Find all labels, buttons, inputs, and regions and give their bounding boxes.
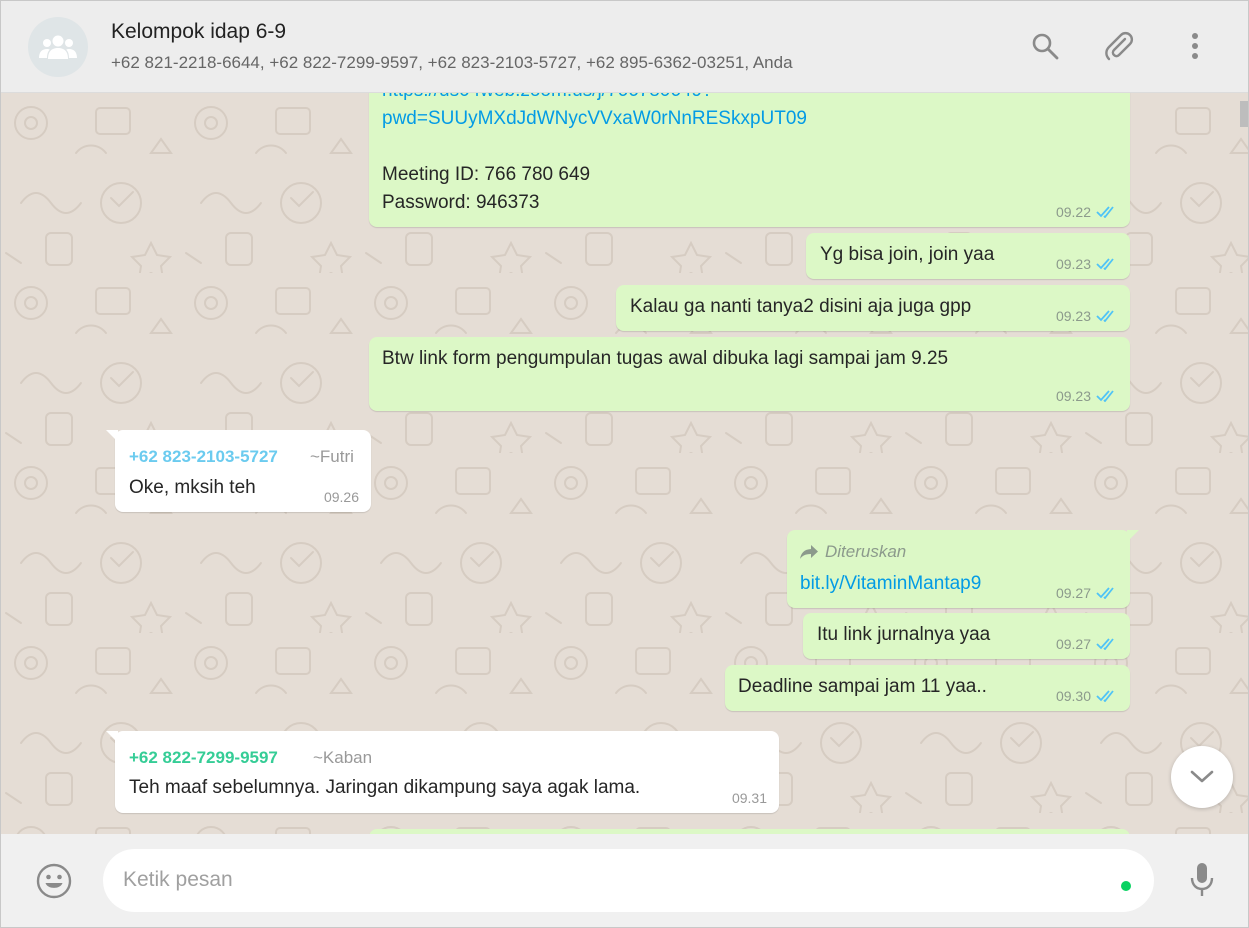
message-time: 09.23 [1055,388,1091,404]
double-check-icon [1096,206,1114,218]
grammar-indicator-dot [1121,881,1131,891]
message-meta: 09.22 [1056,204,1118,220]
message-meta: 09.31 [732,790,767,806]
double-check-icon [1096,690,1114,702]
message-time: 09.23 [1055,256,1091,272]
double-check-icon [1096,310,1114,322]
message-bubble-outgoing[interactable]: Yg bisa join, join yaa 09.23 [806,233,1130,279]
sender-name: ~Futri [310,447,354,466]
message-input-container[interactable] [103,849,1154,912]
message-text: Teh maaf sebelumnya. Jaringan dikampung … [129,777,641,798]
message-bubble-outgoing[interactable]: Itu link jurnalnya yaa 09.27 [803,613,1130,659]
forward-arrow-icon [800,545,818,559]
double-check-icon [1096,587,1114,599]
menu-icon [1192,33,1198,59]
message-list[interactable]: https://us04web.zoom.us/j/766780649? pwd… [1,93,1248,834]
whatsapp-web-window: Kelompok idap 6-9 +62 821-2218-6644, +62… [0,0,1249,928]
message-meta: 09.26 [324,489,359,505]
emoji-button[interactable] [34,861,74,901]
message-input[interactable] [123,863,1103,897]
search-icon [1032,33,1059,60]
message-time: 09.31 [731,790,767,806]
message-time: 09.30 [1055,688,1091,704]
message-text: Yg bisa join, join yaa [820,244,995,265]
bubble-tail [106,430,118,442]
bubble-tail [1127,530,1139,542]
message-text: Deadline sampai jam 11 yaa.. [738,676,987,697]
zoom-link-line-1[interactable]: https://us04web.zoom.us/j/766780649? [382,93,713,105]
double-check-icon [1096,258,1114,270]
message-link[interactable]: bit.ly/VitaminMantap9 [800,570,981,598]
menu-button[interactable] [1178,29,1212,63]
message-meta: 09.23 [1056,308,1118,324]
search-button[interactable] [1028,29,1062,63]
chat-header[interactable]: Kelompok idap 6-9 +62 821-2218-6644, +62… [1,1,1248,93]
message-time: 09.26 [323,489,359,505]
message-bubble-incoming[interactable]: +62 822-7299-9597 ~Kaban Teh maaf sebelu… [106,731,779,813]
double-check-icon [1096,638,1114,650]
microphone-icon [1190,863,1214,896]
meeting-id-text: Meeting ID: 766 780 649 [382,164,591,185]
message-text: Oke, mksih teh [129,477,256,498]
message-text: Btw link form pengumpulan tugas awal dib… [382,348,949,369]
sender-number[interactable]: +62 822-7299-9597 [129,748,278,768]
message-meta: 09.23 [1056,256,1118,272]
chat-members-list[interactable]: +62 821-2218-6644, +62 822-7299-9597, +6… [111,53,793,73]
forwarded-label: Diteruskan [799,542,906,562]
zoom-link-line-2[interactable]: pwd=SUUyMXdJdWNycVVxaW0rNnRESkxpUT09 [382,105,807,133]
emoji-icon [36,863,72,899]
group-avatar[interactable] [28,17,88,77]
message-bubble-forwarded[interactable]: Diteruskan bit.ly/VitaminMantap9 09.27 [787,530,1139,608]
message-bubble-outgoing[interactable]: Btw link form pengumpulan tugas awal dib… [369,337,1130,411]
message-meta: 09.23 [1056,388,1118,404]
message-bubble-outgoing[interactable]: https://us04web.zoom.us/j/766780649? pwd… [369,93,1130,227]
sender-name: ~Kaban [313,748,373,767]
forwarded-text: Diteruskan [825,542,907,561]
composer-bar [1,834,1248,927]
chevron-down-icon [1190,770,1214,783]
attach-button[interactable] [1102,29,1136,63]
message-time: 09.22 [1055,204,1091,220]
message-meta: 09.27 [1056,585,1118,601]
message-time: 09.27 [1055,585,1091,601]
message-bubble-incoming[interactable]: +62 823-2103-5727 ~Futri Oke, mksih teh … [106,430,371,512]
scroll-to-bottom-button[interactable] [1171,746,1233,808]
sender-number[interactable]: +62 823-2103-5727 [129,447,278,467]
attach-icon [1105,31,1134,61]
message-text: Kalau ga nanti tanya2 disini aja juga gp… [630,296,972,317]
message-time: 09.27 [1055,636,1091,652]
message-time: 09.23 [1055,308,1091,324]
message-meta: 09.27 [1056,636,1118,652]
bubble-tail [106,731,118,743]
voice-message-button[interactable] [1183,859,1221,901]
message-meta: 09.30 [1056,688,1118,704]
password-text: Password: 946373 [382,192,540,213]
group-avatar-icon [39,35,77,59]
message-bubble-outgoing[interactable]: Kalau ga nanti tanya2 disini aja juga gp… [616,285,1130,331]
double-check-icon [1096,390,1114,402]
chat-scrollbar[interactable] [1240,101,1248,127]
message-text: Itu link jurnalnya yaa [817,624,991,645]
message-bubble-outgoing[interactable]: Deadline sampai jam 11 yaa.. 09.30 [725,665,1130,711]
chat-title[interactable]: Kelompok idap 6-9 [111,20,286,44]
